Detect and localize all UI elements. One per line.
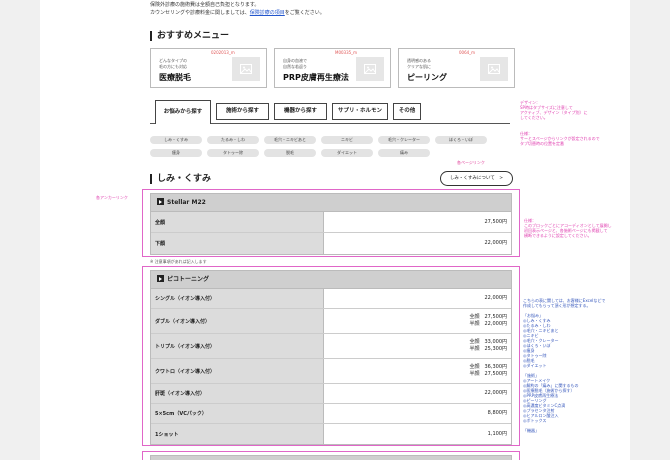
card-code: M00335_m	[335, 50, 358, 55]
concern-pill-diet[interactable]: ダイエット	[321, 149, 373, 157]
insurance-link[interactable]: 保険診療の項目	[250, 10, 285, 16]
image-placeholder-icon	[356, 57, 384, 81]
table-row: 1ショット 1,100円	[151, 424, 511, 444]
tab-supplement[interactable]: サプリ・ホルモン	[332, 103, 388, 120]
concern-pill-acne[interactable]: ニキビ	[321, 136, 373, 144]
table-row: 下顔 22,000円	[151, 233, 511, 254]
concern-pill-tattoo[interactable]: タトゥー除	[207, 149, 259, 157]
excel-annotation: こちらの表に関しては、お客様にExcelなどで 作成してもらって頂く形が想定する…	[523, 298, 606, 433]
play-square-icon	[157, 198, 164, 205]
table-header[interactable]: Stellar M22	[151, 194, 511, 212]
notice-line-2: カウンセリングや診療料金に関しましては、保険診療の項目をご覧ください。	[150, 10, 325, 16]
tab-treatment[interactable]: 施術から探す	[216, 103, 269, 120]
recommend-card-prp[interactable]: M00335_m 自身の血液で 自然な若返り PRP皮膚再生療法	[274, 48, 391, 88]
price-notice: 保険外診療の施術費は全額自己負担となります。 カウンセリングや診療料金に関しまし…	[150, 1, 325, 17]
notice-line-1: 保険外診療の施術費は全額自己負担となります。	[150, 2, 260, 8]
concern-pill-spots[interactable]: しみ・くすみ	[150, 136, 202, 144]
card-name: ピーリング	[407, 73, 447, 82]
about-category-button[interactable]: しみ・くすみについて >	[440, 171, 513, 186]
card-caption: 透明感のある クリアな肌に	[407, 58, 431, 69]
spec-annotation: 仕様： サーとスページからリンクが設定されるので タブ切替時の位置を定番	[520, 131, 600, 146]
category-title: しみ・くすみ	[150, 174, 211, 184]
table-row: トリプル（イオン導入付） 全顔 33,000円 半顔 25,300円	[151, 334, 511, 359]
concern-pill-moles[interactable]: ほくろ・いぼ	[435, 136, 487, 144]
concern-pill-hair-removal[interactable]: 脱毛	[264, 149, 316, 157]
recommend-card-hair-removal[interactable]: 0202013_m どんなタイプの 毛の方にも対応 医療脱毛	[150, 48, 267, 88]
design-annotation: デザイン： SP時はタブサイズに注意して アクティブ、デザイン（タイプ別）に し…	[520, 100, 588, 120]
tab-device[interactable]: 機器から探す	[274, 103, 327, 120]
tab-other[interactable]: その他	[393, 103, 421, 120]
table-row: クワトロ（イオン導入付） 全顔 36,300円 半顔 27,500円	[151, 359, 511, 384]
page-link-annotation: 各ページリンク	[457, 160, 485, 165]
price-table-stellar: Stellar M22 全顔 27,500円 下顔 22,000円	[142, 189, 520, 257]
concern-pill-crater[interactable]: 毛穴・クレーター	[378, 136, 430, 144]
recommend-card-peeling[interactable]: 0064_m 透明感のある クリアな肌に ピーリング	[398, 48, 515, 88]
table-header	[151, 456, 511, 460]
anchor-link-annotation: 各アンカーリンク	[96, 195, 128, 200]
concern-pill-slimming[interactable]: 痩身	[150, 149, 202, 157]
image-placeholder-icon	[232, 57, 260, 81]
table-row: 肝斑（イオン導入付） 22,000円	[151, 384, 511, 404]
table-row: シングル（イオン導入付） 22,000円	[151, 289, 511, 309]
concern-pill-pain[interactable]: 痛み	[378, 149, 430, 157]
price-table-pico-toning: ピコトーニング シングル（イオン導入付） 22,000円 ダブル（イオン導入付）全…	[142, 266, 520, 446]
card-name: 医療脱毛	[159, 73, 191, 82]
price-table-next	[142, 451, 520, 460]
tab-concern[interactable]: お悩みから探す	[155, 100, 211, 124]
table-row: 全顔 27,500円	[151, 212, 511, 233]
concern-pill-acne-scars[interactable]: 毛穴・ニキビあと	[264, 136, 316, 144]
card-caption: 自身の血液で 自然な若返り	[283, 58, 307, 69]
recommend-title: おすすめメニュー	[150, 31, 229, 41]
accordion-annotation: 仕様： このブロックごとにアコーディオンとして展開し 初回表示ページと、各施術ペ…	[524, 218, 612, 238]
card-caption: どんなタイプの 毛の方にも対応	[159, 58, 187, 69]
search-tabs: お悩みから探す 施術から探す 機器から探す サプリ・ホルモン その他	[150, 100, 510, 124]
card-name: PRP皮膚再生療法	[283, 73, 349, 82]
card-code: 0064_m	[459, 50, 476, 55]
table-header[interactable]: ピコトーニング	[151, 271, 511, 289]
image-placeholder-icon	[480, 57, 508, 81]
table-row: 5×5cm（VCパック） 8,800円	[151, 404, 511, 424]
concern-pill-wrinkles[interactable]: たるみ・しわ	[207, 136, 259, 144]
card-code: 0202013_m	[211, 50, 235, 55]
table-row: ダブル（イオン導入付） 全顔 27,500円 半顔 22,000円	[151, 309, 511, 334]
play-square-icon	[157, 275, 164, 282]
table-note: ※ 注意事項があれば記入します	[150, 259, 207, 264]
